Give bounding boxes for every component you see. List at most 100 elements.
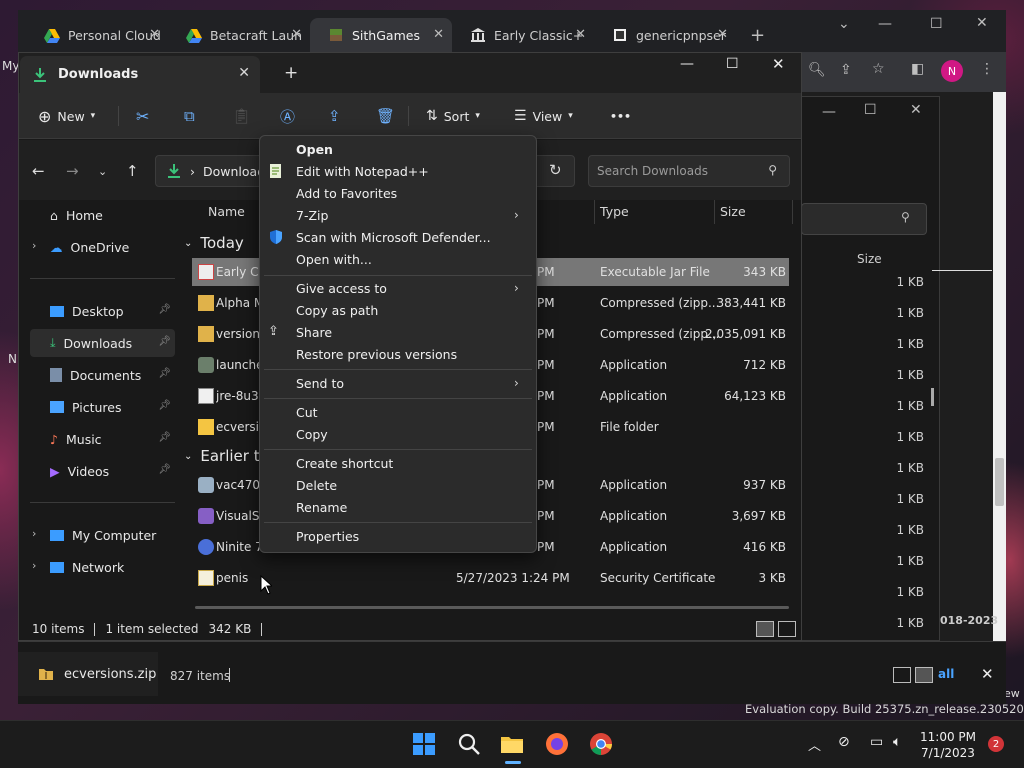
minimize-icon[interactable]: — bbox=[680, 56, 694, 72]
details-view-icon[interactable] bbox=[893, 667, 911, 683]
menu-item-create-shortcut[interactable]: Create shortcut bbox=[296, 452, 393, 474]
close-icon[interactable]: ✕ bbox=[291, 27, 302, 42]
group-header-today[interactable]: ⌄ Today bbox=[184, 234, 244, 252]
column-header-size[interactable]: Size bbox=[720, 204, 746, 219]
side-panel-icon[interactable]: ◧ bbox=[911, 61, 924, 77]
recent-locations-icon[interactable]: ⌄ bbox=[98, 165, 107, 178]
column-header-name[interactable]: Name bbox=[208, 204, 245, 219]
volume-icon[interactable]: 🔈︎ bbox=[893, 734, 901, 750]
menu-item-restore-versions[interactable]: Restore previous versions bbox=[296, 343, 457, 365]
explorer-tab-downloads[interactable]: Downloads ✕ bbox=[20, 56, 260, 93]
close-icon[interactable]: ✕ bbox=[981, 665, 994, 683]
column-header-type[interactable]: Type bbox=[600, 204, 629, 219]
nav-item-videos[interactable]: ▶ Videos 📌︎ bbox=[30, 457, 175, 485]
browser-tab-4[interactable]: Early Classic+ ✕ bbox=[452, 18, 594, 52]
menu-kebab-icon[interactable]: ⋮ bbox=[980, 61, 994, 77]
nav-item-my-computer[interactable]: › My Computer bbox=[30, 521, 175, 549]
close-icon[interactable]: ✕ bbox=[910, 102, 922, 118]
menu-item-open-with[interactable]: Open with... bbox=[296, 248, 372, 270]
horizontal-scrollbar[interactable] bbox=[195, 606, 789, 609]
copy-icon[interactable]: ⧉ bbox=[184, 102, 195, 130]
nav-item-downloads[interactable]: ⤓ Downloads 📌︎ bbox=[30, 329, 175, 357]
share-icon[interactable]: ⇪ bbox=[840, 62, 852, 78]
search-icon[interactable]: ⚲ bbox=[901, 210, 910, 224]
expand-chevron-icon[interactable]: › bbox=[32, 239, 36, 252]
nav-item-home[interactable]: ⌂ Home bbox=[30, 201, 175, 229]
nav-item-pictures[interactable]: Pictures 📌︎ bbox=[30, 393, 175, 421]
menu-item-delete[interactable]: Delete bbox=[296, 474, 337, 496]
close-icon[interactable]: ✕ bbox=[238, 65, 250, 81]
nav-item-music[interactable]: ♪ Music 📌︎ bbox=[30, 425, 175, 453]
network-disconnected-icon[interactable]: ⊘ bbox=[838, 734, 850, 750]
browser-tab-5[interactable]: genericpnpser ✕ bbox=[594, 18, 736, 52]
view-button[interactable]: ☰ View ▾ bbox=[514, 102, 573, 130]
browser-scrollbar[interactable] bbox=[993, 92, 1006, 692]
menu-item-add-favorites[interactable]: Add to Favorites bbox=[296, 182, 397, 204]
new-button[interactable]: ⊕ New ▾ bbox=[38, 102, 95, 130]
all-link[interactable]: all bbox=[938, 667, 954, 681]
nav-item-desktop[interactable]: Desktop 📌︎ bbox=[30, 297, 175, 325]
expand-chevron-icon[interactable]: › bbox=[32, 527, 36, 540]
paste-icon[interactable]: 📋︎ bbox=[232, 102, 251, 130]
details-view-icon[interactable] bbox=[756, 621, 774, 637]
zoom-icon[interactable]: 🔍︎ bbox=[808, 62, 826, 78]
close-icon[interactable]: ✕ bbox=[149, 27, 160, 42]
new-tab-button[interactable]: + bbox=[750, 25, 765, 46]
sort-button[interactable]: ⇅ Sort ▾ bbox=[426, 102, 480, 130]
browser-tab-3[interactable]: SithGames ✕ bbox=[310, 18, 452, 52]
taskbar-clock[interactable]: 11:00 PM 7/1/2023 bbox=[920, 729, 976, 761]
scroll-thumb[interactable] bbox=[931, 388, 934, 406]
column-divider[interactable] bbox=[792, 200, 793, 224]
table-row[interactable]: penis 5/27/2023 1:24 PM Security Certifi… bbox=[192, 564, 789, 592]
profile-avatar[interactable]: N bbox=[941, 60, 963, 82]
maximize-icon[interactable]: ☐ bbox=[930, 16, 943, 32]
close-icon[interactable]: ✕ bbox=[772, 55, 785, 73]
close-icon[interactable]: ✕ bbox=[717, 27, 728, 42]
browser-tab-1[interactable]: Personal Cloud ✕ bbox=[26, 18, 168, 52]
delete-icon[interactable]: 🗑︎ bbox=[376, 102, 395, 130]
column-divider[interactable] bbox=[594, 200, 595, 224]
close-icon[interactable]: ✕ bbox=[976, 15, 988, 31]
cut-icon[interactable]: ✂ bbox=[136, 102, 149, 130]
nav-item-network[interactable]: › Network bbox=[30, 553, 175, 581]
menu-item-copy[interactable]: Copy bbox=[296, 423, 328, 445]
windows-start-icon[interactable] bbox=[412, 732, 436, 756]
firefox-icon[interactable] bbox=[545, 732, 569, 756]
close-icon[interactable]: ✕ bbox=[433, 27, 444, 42]
maximize-icon[interactable]: ☐ bbox=[864, 102, 877, 118]
share-icon[interactable]: ⇪ bbox=[328, 102, 341, 130]
menu-item-send-to[interactable]: Send to bbox=[296, 372, 344, 394]
file-explorer-icon[interactable] bbox=[500, 732, 524, 756]
rename-icon[interactable]: Ⓐ bbox=[280, 102, 295, 130]
menu-item-give-access[interactable]: Give access to bbox=[296, 277, 387, 299]
forward-arrow-icon[interactable]: → bbox=[66, 162, 79, 180]
minimize-icon[interactable]: — bbox=[822, 104, 836, 120]
close-icon[interactable]: ✕ bbox=[575, 27, 586, 42]
see-more-button[interactable]: ••• bbox=[610, 102, 631, 130]
maximize-icon[interactable]: ☐ bbox=[726, 56, 739, 72]
menu-item-edit-notepad[interactable]: Edit with Notepad++ bbox=[296, 160, 429, 182]
new-tab-button[interactable]: + bbox=[284, 63, 298, 83]
notification-badge[interactable]: 2 bbox=[988, 736, 1004, 752]
back-arrow-icon[interactable]: ← bbox=[32, 162, 45, 180]
menu-item-open[interactable]: Open bbox=[296, 138, 333, 160]
menu-item-share[interactable]: Share bbox=[296, 321, 332, 343]
menu-item-cut[interactable]: Cut bbox=[296, 401, 318, 423]
menu-item-copy-as-path[interactable]: Copy as path bbox=[296, 299, 378, 321]
search-input[interactable]: Search Downloads ⚲ bbox=[588, 155, 790, 187]
refresh-icon[interactable]: ↻ bbox=[549, 161, 562, 179]
expand-chevron-icon[interactable]: › bbox=[32, 559, 36, 572]
menu-item-7zip[interactable]: 7-Zip bbox=[296, 204, 328, 226]
display-icon[interactable]: ▭ bbox=[870, 734, 883, 750]
menu-item-properties[interactable]: Properties bbox=[296, 525, 359, 547]
group-header-earlier[interactable]: ⌄ Earlier th bbox=[184, 447, 269, 465]
nav-item-documents[interactable]: Documents 📌︎ bbox=[30, 361, 175, 389]
browser-tab-2[interactable]: Betacraft Laun ✕ bbox=[168, 18, 310, 52]
explorer-tab-ecversions[interactable]: ecversions.zip bbox=[18, 652, 158, 696]
chrome-icon[interactable] bbox=[589, 732, 613, 756]
bookmark-star-icon[interactable]: ☆ bbox=[872, 61, 885, 77]
tiles-view-icon[interactable] bbox=[915, 667, 933, 683]
menu-item-rename[interactable]: Rename bbox=[296, 496, 347, 518]
minimize-icon[interactable]: — bbox=[878, 16, 892, 32]
chevron-up-icon[interactable]: ︿ bbox=[808, 735, 821, 754]
